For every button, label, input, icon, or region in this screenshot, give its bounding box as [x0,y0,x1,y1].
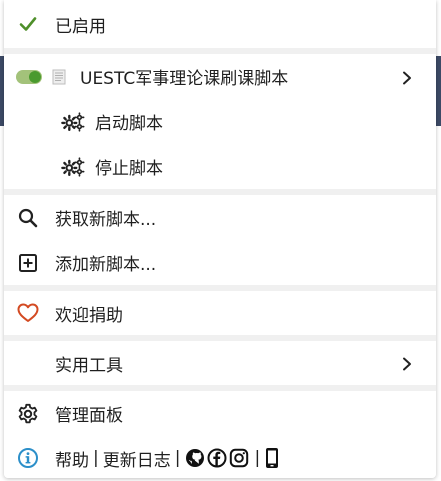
script-enable-toggle[interactable] [16,69,42,84]
script-name: UESTC军事理论课刷课脚本 [80,69,289,89]
status-section: 已启用 [4,0,436,48]
gears-icon [61,110,85,134]
help-link[interactable]: 帮助 [55,446,89,471]
command-start-script[interactable]: 启动脚本 [4,99,436,144]
dashboard-label: 管理面板 [55,406,123,426]
github-icon[interactable] [185,448,205,468]
command-stop-script[interactable]: 停止脚本 [4,144,436,189]
get-new-scripts-label: 获取新脚本... [55,210,157,230]
utilities-label: 实用工具 [55,355,123,376]
get-new-scripts-item[interactable]: 获取新脚本... [4,195,436,240]
check-icon [16,12,40,36]
script-document-icon [52,69,66,85]
enabled-toggle-item[interactable]: 已启用 [4,0,436,48]
command-label: 停止脚本 [95,159,163,179]
scripts-actions-section: 获取新脚本... 添加新脚本... [4,195,436,285]
enabled-label: 已启用 [55,16,106,37]
extension-popup-menu: 已启用 UESTC军事理论课刷课脚本 启动脚本 停止脚本 获取新脚本... 添加… [4,0,436,478]
heart-icon [16,301,40,325]
donate-section: 欢迎捐助 [4,291,436,335]
gears-icon [61,155,85,179]
separator: | [174,448,181,468]
plus-square-icon [16,251,40,275]
footer-section: 管理面板 帮助 | 更新日志 | | [4,391,436,478]
separator: | [254,448,261,468]
chevron-right-icon [400,356,414,371]
donate-label: 欢迎捐助 [55,305,123,326]
script-item[interactable]: UESTC军事理论课刷课脚本 [4,54,436,99]
mobile-icon[interactable] [265,447,279,469]
search-icon [16,206,40,230]
script-section: UESTC军事理论课刷课脚本 启动脚本 停止脚本 [4,54,436,189]
facebook-icon[interactable] [207,448,227,468]
separator: | [93,448,99,468]
info-icon [16,446,40,470]
dashboard-item[interactable]: 管理面板 [4,391,436,436]
add-new-script-label: 添加新脚本... [55,255,157,275]
gear-icon [16,402,40,426]
chevron-right-icon [400,70,414,84]
changelog-link[interactable]: 更新日志 [103,446,171,471]
add-new-script-item[interactable]: 添加新脚本... [4,240,436,285]
donate-item[interactable]: 欢迎捐助 [4,291,436,335]
footer-links: 帮助 | 更新日志 | | [4,436,436,478]
command-label: 启动脚本 [95,114,163,134]
utilities-item[interactable]: 实用工具 [4,341,436,385]
tools-section: 实用工具 [4,341,436,385]
instagram-icon[interactable] [229,448,249,468]
